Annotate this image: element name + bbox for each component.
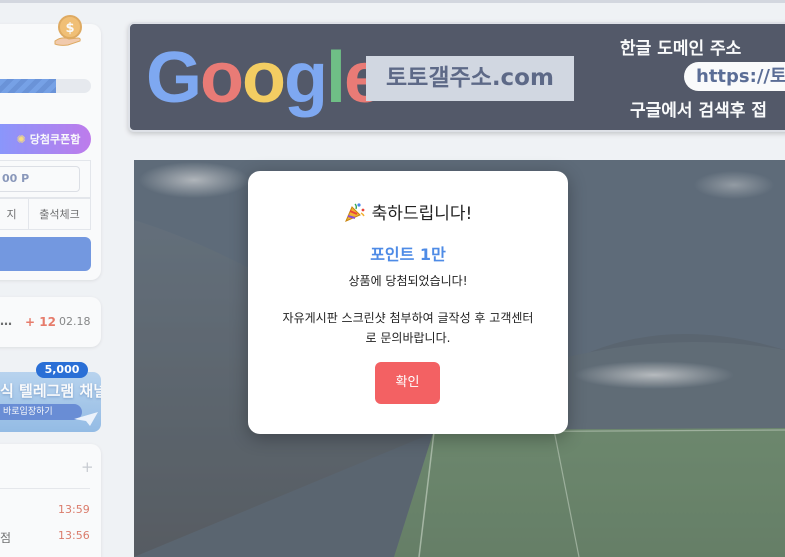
party-popper-icon	[344, 202, 365, 222]
prize-amount: 포인트 1만	[370, 245, 446, 264]
instruction-text: 자유게시판 스크린샷 첨부하여 글작성 후 고객센터로 문의바랍니다.	[282, 311, 534, 345]
win-message: 상품에 당첨되었습니다!	[348, 274, 468, 288]
dialog-title: 축하드립니다!	[248, 199, 568, 224]
prize-dialog: 축하드립니다! 포인트 1만 상품에 당첨되었습니다! 자유게시판 스크린샷 첨…	[248, 171, 568, 434]
dialog-title-text: 축하드립니다!	[371, 204, 473, 224]
confirm-button[interactable]: 확인	[375, 362, 440, 404]
reward-badge: 5,000	[36, 362, 88, 378]
